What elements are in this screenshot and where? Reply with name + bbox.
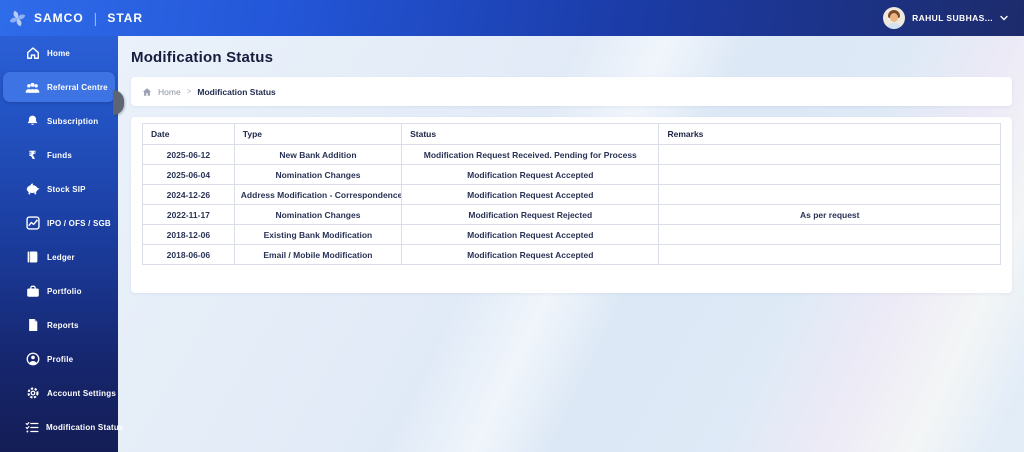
sidebar-item-label: Modification Status [46, 422, 124, 432]
sidebar-item-label: Portfolio [47, 286, 82, 296]
page-title: Modification Status [131, 49, 274, 66]
home-icon [142, 87, 152, 97]
table-cell: Nomination Changes [233, 164, 403, 185]
file-icon [25, 318, 40, 333]
modification-status-table: Date Type Status Remarks 2025-06-12 New Bank… [142, 123, 1001, 265]
table-cell: 2022-11-17 [142, 204, 235, 225]
table-row: 2018-12-06 Existing Bank Modification Modi… [142, 224, 1001, 245]
samco-pinwheel-icon [8, 9, 27, 28]
column-header-remarks: Remarks [658, 123, 1001, 145]
table-row: 2018-06-06 Email / Mobile Modification Mod… [142, 244, 1001, 265]
avatar [883, 7, 906, 29]
sidebar-item-label: Referral Centre [47, 82, 108, 92]
table-cell: Modification Request Accepted [401, 184, 660, 205]
brand-name: SAMCO [34, 11, 84, 25]
table-cell: 2018-06-06 [142, 244, 235, 265]
table-cell: Address Modification - Correspondence [233, 184, 403, 205]
user-circle-icon [25, 352, 40, 367]
sidebar-item-stock-sip[interactable]: Stock SIP [0, 172, 118, 206]
breadcrumb-home-link[interactable]: Home [158, 87, 181, 97]
brand-divider: | [93, 10, 98, 26]
sidebar-item-label: Home [47, 48, 71, 58]
table-cell [658, 164, 1001, 185]
table-cell [658, 184, 1001, 205]
topbar: SAMCO | STAR RAHUL SUBHAS... [0, 0, 1024, 36]
sidebar-item-subscription[interactable]: Subscription [0, 104, 118, 138]
svg-text:₹: ₹ [29, 148, 37, 162]
sidebar-item-modification-status[interactable]: Modification Status [0, 410, 123, 444]
table-cell: Email / Mobile Modification [233, 244, 403, 265]
breadcrumb-current: Modification Status [197, 86, 276, 97]
sidebar-item-label: IPO / OFS / SGB [47, 218, 111, 228]
chevron-down-icon [1000, 15, 1008, 21]
table-cell: Modification Request Accepted [401, 244, 660, 265]
column-header-type: Type [233, 123, 403, 145]
gear-icon [25, 386, 40, 401]
bell-icon [25, 114, 40, 129]
rupee-icon: ₹ [25, 148, 40, 163]
table-cell: Modification Request Accepted [401, 224, 660, 245]
modification-status-card: Date Type Status Remarks 2025-06-12 New Bank… [131, 117, 1012, 293]
chart-icon [25, 216, 40, 231]
sidebar-item-referral-centre[interactable]: Referral Centre [0, 70, 118, 104]
sidebar-item-reports[interactable]: Reports [0, 308, 118, 342]
table-cell: As per request [658, 204, 1001, 225]
table-cell: Modification Request Received. Pending f… [401, 144, 660, 165]
table-cell: 2024-12-26 [142, 184, 235, 205]
piggy-bank-icon [25, 182, 40, 197]
breadcrumb: Home > Modification Status [131, 77, 1012, 106]
user-name: RAHUL SUBHAS... [912, 13, 993, 23]
sidebar-item-funds[interactable]: ₹ Funds [0, 138, 118, 172]
table-row: 2025-06-04 Nomination Changes Modification… [142, 164, 1001, 185]
sidebar-item-label: Profile [47, 354, 74, 364]
table-cell [658, 244, 1001, 265]
table-cell: 2018-12-06 [142, 224, 235, 245]
brand-product: STAR [107, 11, 144, 25]
sidebar-item-label: Subscription [47, 116, 99, 126]
table-cell: 2025-06-04 [142, 164, 235, 185]
table-cell [658, 144, 1001, 165]
users-icon [25, 80, 40, 95]
table-cell [658, 224, 1001, 245]
user-menu[interactable]: RAHUL SUBHAS... [883, 0, 1008, 36]
table-cell: Nomination Changes [233, 204, 403, 225]
table-cell: Existing Bank Modification [233, 224, 403, 245]
column-header-status: Status [401, 123, 660, 145]
sidebar-item-profile[interactable]: Profile [0, 342, 118, 376]
sidebar: Home Referral Centre Subscription ₹ Funds Sto… [0, 36, 123, 452]
column-header-date: Date [142, 123, 235, 145]
table-row: 2025-06-12 New Bank Addition Modification … [142, 144, 1001, 165]
book-icon [25, 250, 40, 265]
sidebar-item-label: Stock SIP [47, 184, 86, 194]
home-icon [25, 46, 40, 61]
table-cell: 2025-06-12 [142, 144, 235, 165]
main-content: Modification Status Home > Modification … [118, 36, 1024, 452]
checklist-icon [25, 420, 39, 435]
sidebar-item-ipo-ofs-sgb[interactable]: IPO / OFS / SGB [0, 206, 118, 240]
briefcase-icon [25, 284, 40, 299]
sidebar-item-account-settings[interactable]: Account Settings [0, 376, 118, 410]
sidebar-item-label: Ledger [47, 252, 75, 262]
sidebar-item-ledger[interactable]: Ledger [0, 240, 118, 274]
table-cell: New Bank Addition [233, 144, 403, 165]
table-row: 2024-12-26 Address Modification - Corresp… [142, 184, 1001, 205]
breadcrumb-separator: > [186, 87, 192, 96]
table-row: 2022-11-17 Nomination Changes Modification… [142, 204, 1001, 225]
sidebar-item-portfolio[interactable]: Portfolio [0, 274, 118, 308]
sidebar-item-home[interactable]: Home [0, 36, 118, 70]
table-cell: Modification Request Rejected [401, 204, 660, 225]
table-cell: Modification Request Accepted [401, 164, 660, 185]
sidebar-item-label: Reports [47, 320, 79, 330]
sidebar-item-label: Funds [47, 150, 72, 160]
brand-logo[interactable]: SAMCO | STAR [0, 9, 143, 28]
sidebar-item-label: Account Settings [47, 388, 116, 398]
